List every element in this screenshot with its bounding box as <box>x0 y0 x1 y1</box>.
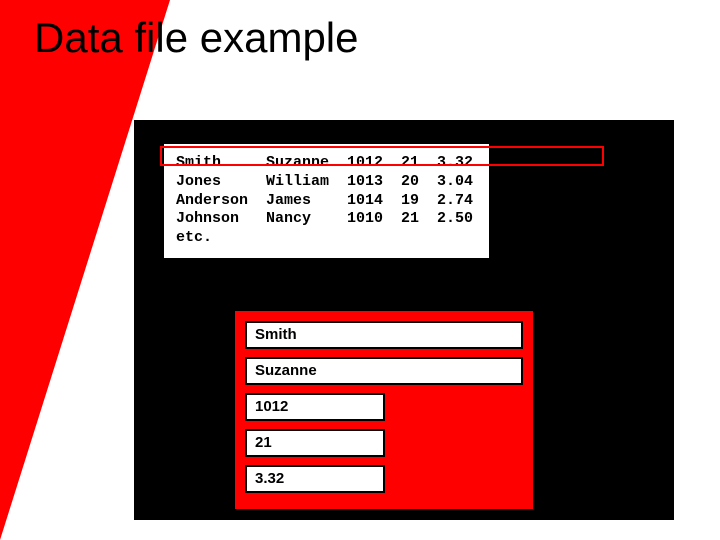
data-file-listing: Smith Suzanne 1012 21 3.32 Jones William… <box>164 144 489 258</box>
slide-title: Data file example <box>34 14 359 62</box>
record-breakdown-panel: Smith Suzanne 1012 21 3.32 <box>234 310 534 510</box>
content-panel: Smith Suzanne 1012 21 3.32 Jones William… <box>134 120 674 520</box>
record-id: 1012 <box>245 393 385 421</box>
record-lastname: Smith <box>245 321 523 349</box>
record-firstname: Suzanne <box>245 357 523 385</box>
record-gpa: 3.32 <box>245 465 385 493</box>
record-age: 21 <box>245 429 385 457</box>
